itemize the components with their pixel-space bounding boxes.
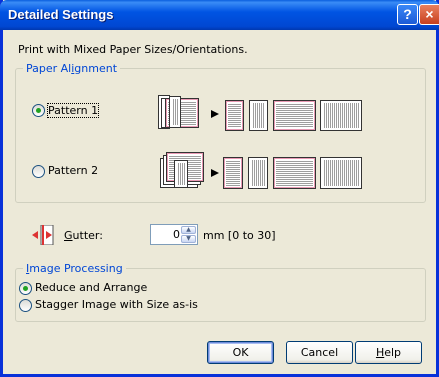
help-button[interactable]: Help: [355, 341, 422, 364]
result-page-3: [273, 100, 316, 131]
image-processing-legend: Image Processing: [23, 262, 126, 275]
pattern-2-radio[interactable]: [32, 165, 45, 178]
gutter-spinbox[interactable]: 0 ▲ ▼: [150, 224, 198, 245]
result-page-4: [320, 100, 362, 131]
result-page-3: [273, 157, 316, 189]
reduce-and-arrange-label[interactable]: Reduce and Arrange: [35, 281, 147, 294]
spin-down-icon[interactable]: ▼: [181, 235, 196, 243]
result-page-1: [223, 157, 243, 189]
result-page-2: [248, 157, 268, 189]
gutter-label: Gutter:: [64, 229, 103, 242]
dialog-heading: Print with Mixed Paper Sizes/Orientation…: [18, 43, 248, 56]
question-mark-icon[interactable]: ?: [397, 4, 418, 25]
title-bar: Detailed Settings ? ×: [0, 0, 439, 30]
result-page-1: [225, 100, 244, 131]
gutter-value[interactable]: 0: [173, 228, 180, 241]
ok-button[interactable]: OK: [207, 341, 274, 364]
paper-alignment-legend: Paper Alignment: [23, 62, 121, 75]
pattern-2-label[interactable]: Pattern 2: [48, 164, 98, 177]
pattern-2-source-icon: [160, 152, 208, 190]
paper-alignment-group: [15, 68, 426, 203]
result-page-4: [320, 157, 362, 189]
stagger-image-label[interactable]: Stagger Image with Size as-is: [35, 298, 198, 311]
spin-up-icon[interactable]: ▲: [181, 226, 196, 234]
stagger-image-radio[interactable]: [19, 299, 32, 312]
right-arrow-icon: [211, 110, 219, 118]
pattern-1-source-icon: [158, 95, 206, 131]
reduce-and-arrange-radio[interactable]: [19, 282, 32, 295]
image-processing-group: [15, 268, 426, 322]
window-title: Detailed Settings: [8, 7, 114, 22]
right-arrow-icon: [211, 169, 219, 177]
close-icon[interactable]: ×: [419, 4, 439, 25]
gutter-range: mm [0 to 30]: [203, 229, 276, 242]
gutter-icon: [32, 225, 54, 245]
pattern-1-label[interactable]: Pattern 1: [46, 103, 100, 118]
pattern-1-radio[interactable]: [32, 104, 45, 117]
result-page-2: [249, 100, 268, 131]
cancel-button[interactable]: Cancel: [286, 341, 353, 364]
